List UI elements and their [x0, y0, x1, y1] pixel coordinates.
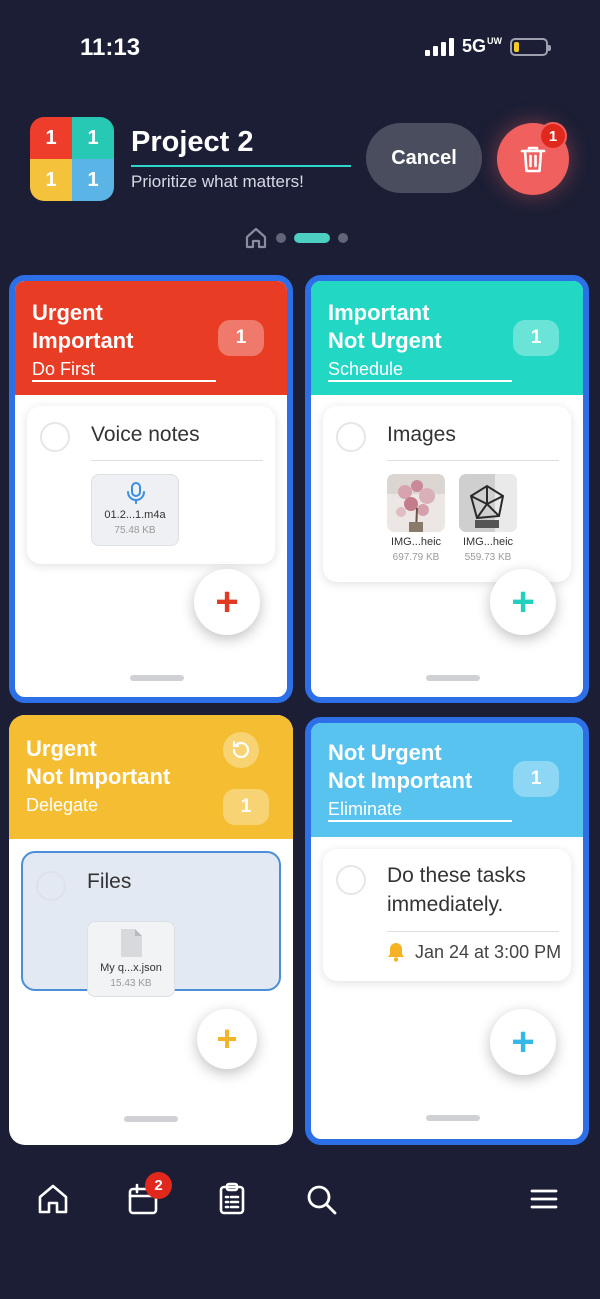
search-icon: [307, 1185, 337, 1215]
project-title[interactable]: Project 2: [131, 126, 254, 159]
task-divider: [387, 931, 559, 932]
page-indicator[interactable]: [244, 226, 348, 250]
home-page-icon[interactable]: [244, 226, 268, 250]
task-title: Images: [387, 423, 456, 446]
quadrant-do-first[interactable]: Urgent Important Do First 1 Voice notes …: [9, 275, 293, 703]
image-size: 697.79 KB: [392, 552, 440, 563]
signal-icon: [424, 37, 454, 56]
microphone-icon: [127, 482, 145, 504]
resize-handle[interactable]: [426, 1115, 480, 1121]
status-indicators: 5GUW: [424, 36, 551, 57]
battery-icon: [510, 37, 551, 56]
menu-icon: [530, 1189, 558, 1209]
task-title: Voice notes: [91, 423, 200, 446]
task-divider: [91, 460, 263, 461]
resize-handle[interactable]: [130, 675, 184, 681]
bell-icon: [388, 943, 404, 962]
quadrant-title-line2: Important: [32, 328, 134, 353]
task-checkbox[interactable]: [336, 422, 366, 452]
add-task-button[interactable]: +: [197, 1009, 257, 1069]
page-dot[interactable]: [338, 233, 348, 243]
image-size: 559.73 KB: [464, 552, 512, 563]
recurring-button[interactable]: [223, 732, 259, 768]
refresh-icon: [232, 740, 250, 759]
resize-handle[interactable]: [426, 675, 480, 681]
task-count-badge: 1: [513, 320, 559, 356]
subtitle-underline: [328, 380, 512, 382]
quadrant-title-line2: Not Important: [328, 768, 473, 793]
quadrant-title-line1: Important: [328, 300, 430, 325]
quadrant-delegate[interactable]: Urgent Not Important Delegate 1 Files My…: [9, 715, 293, 1145]
nav-tasks[interactable]: [213, 1180, 251, 1218]
logo-cell: 1: [72, 117, 114, 159]
audio-attachment[interactable]: 01.2...1.m4a 75.48 KB: [91, 474, 179, 546]
task-divider: [387, 460, 559, 461]
nav-search[interactable]: [302, 1180, 340, 1218]
task-card[interactable]: Voice notes 01.2...1.m4a 75.48 KB: [27, 406, 275, 564]
quadrant-title-line1: Urgent: [26, 736, 97, 761]
network-indicator: 5GUW: [462, 36, 502, 57]
subtitle-underline: [32, 380, 216, 382]
quadrant-title-line1: Urgent: [32, 300, 103, 325]
logo-cell: 1: [30, 159, 72, 201]
flower-photo: [387, 474, 445, 532]
subtitle-underline: [328, 820, 512, 822]
task-title-line2: immediately.: [387, 893, 504, 916]
task-checkbox[interactable]: [40, 422, 70, 452]
quadrant-title-line2: Not Important: [26, 764, 171, 789]
quadrant-eliminate[interactable]: Not Urgent Not Important Eliminate 1 Do …: [305, 717, 589, 1145]
task-title-line1: Do these tasks: [387, 864, 526, 887]
nav-menu[interactable]: [525, 1180, 563, 1218]
app-logo: 1 1 1 1: [30, 117, 114, 201]
quadrant-subtitle: Delegate: [26, 795, 99, 815]
project-subtitle: Prioritize what matters!: [131, 172, 304, 191]
attachment-name: 01.2...1.m4a: [104, 509, 166, 521]
status-time: 11:13: [80, 34, 141, 61]
add-task-button[interactable]: +: [490, 569, 556, 635]
resize-handle[interactable]: [124, 1116, 178, 1122]
task-card-selected[interactable]: Files My q...x.json 15.43 KB: [21, 851, 281, 997]
quadrant-subtitle: Do First: [32, 359, 95, 379]
quadrant-subtitle: Eliminate: [328, 799, 403, 819]
add-task-button[interactable]: +: [194, 569, 260, 635]
attachment-name: My q...x.json: [100, 962, 162, 974]
file-attachment[interactable]: My q...x.json 15.43 KB: [87, 921, 175, 997]
task-count-badge: 1: [218, 320, 264, 356]
cancel-button[interactable]: Cancel: [366, 123, 482, 193]
add-task-button[interactable]: +: [490, 1009, 556, 1075]
image-thumbnail[interactable]: [459, 474, 517, 532]
task-card[interactable]: Do these tasks immediately. Jan 24 at 3:…: [323, 849, 571, 981]
quadrant-title-line2: Not Urgent: [328, 328, 442, 353]
file-icon: [121, 929, 142, 957]
trash-icon: [520, 146, 546, 173]
title-underline: [131, 165, 351, 167]
page-dot[interactable]: [276, 233, 286, 243]
task-card[interactable]: Images IMG...heic 697.79 KB IMG...heic 5…: [323, 406, 571, 582]
nav-home[interactable]: [34, 1180, 72, 1218]
task-count-badge: 1: [223, 789, 269, 825]
quadrant-schedule[interactable]: Important Not Urgent Schedule 1 Images I…: [305, 275, 589, 703]
quadrant-subtitle: Schedule: [328, 359, 404, 379]
clipboard-icon: [219, 1182, 245, 1215]
task-reminder: Jan 24 at 3:00 PM: [415, 942, 562, 962]
image-name: IMG...heic: [390, 536, 442, 548]
network-label: 5G: [461, 36, 486, 56]
network-suffix: UW: [487, 36, 502, 46]
image-name: IMG...heic: [462, 536, 514, 548]
logo-cell: 1: [30, 117, 72, 159]
sculpture-photo: [459, 474, 517, 532]
home-icon: [38, 1184, 68, 1214]
attachment-size: 75.48 KB: [114, 525, 156, 536]
task-checkbox[interactable]: [36, 871, 66, 901]
image-thumbnail[interactable]: [387, 474, 445, 532]
task-count-badge: 1: [513, 761, 559, 797]
attachment-size: 15.43 KB: [110, 978, 152, 989]
task-title: Files: [87, 870, 132, 893]
calendar-badge: 2: [145, 1172, 172, 1199]
logo-cell: 1: [72, 159, 114, 201]
quadrant-title-line1: Not Urgent: [328, 740, 442, 765]
delete-count-badge: 1: [539, 122, 567, 150]
page-dot-active[interactable]: [294, 233, 330, 243]
task-checkbox[interactable]: [336, 865, 366, 895]
